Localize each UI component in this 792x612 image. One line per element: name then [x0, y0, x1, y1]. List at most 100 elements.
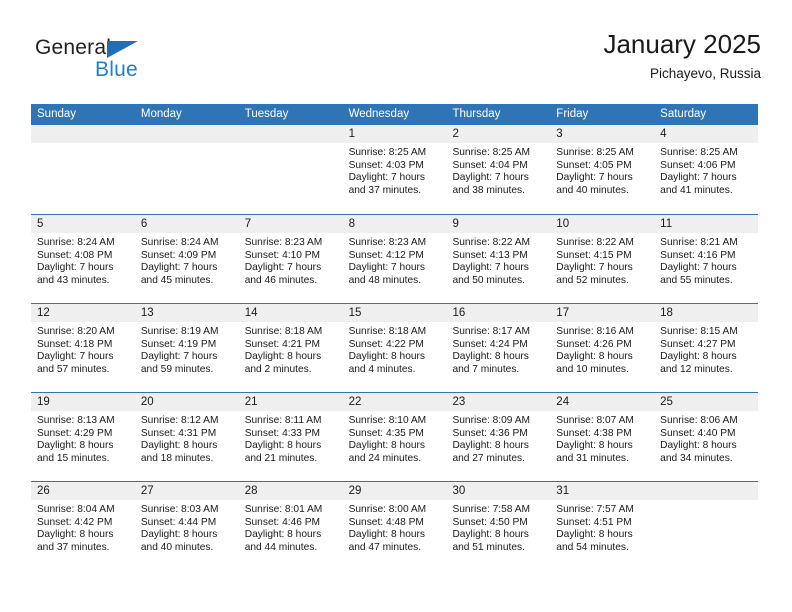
calendar-day-cell[interactable]: 28 Sunrise: 8:01 AM Sunset: 4:46 PM Dayligh…	[238, 482, 343, 570]
day-sun-info: Sunrise: 8:17 AM Sunset: 4:24 PM Daylight:…	[446, 322, 550, 376]
calendar-day-cell[interactable]: 3 Sunrise: 8:25 AM Sunset: 4:05 PM Daylight…	[550, 125, 655, 214]
calendar-day-cell[interactable]: 24 Sunrise: 8:07 AM Sunset: 4:38 PM Dayligh…	[550, 393, 655, 481]
day-sun-info: Sunrise: 8:21 AM Sunset: 4:16 PM Daylight:…	[654, 233, 758, 287]
calendar-day-cell[interactable]: 5 Sunrise: 8:24 AM Sunset: 4:08 PM Daylight…	[31, 215, 135, 303]
daylight-duration-line1: Daylight: 7 hours	[660, 262, 737, 274]
calendar-day-cell[interactable]: 10 Sunrise: 8:22 AM Sunset: 4:15 PM Dayligh…	[550, 215, 655, 303]
calendar-day-cell[interactable]: 11 Sunrise: 8:21 AM Sunset: 4:16 PM Dayligh…	[654, 215, 759, 303]
day-number: 8	[342, 215, 447, 233]
daylight-duration-line2: and 15 minutes.	[37, 452, 110, 464]
daylight-duration-line2: and 4 minutes.	[348, 363, 416, 375]
day-number: 26	[31, 482, 135, 500]
daylight-duration-line2: and 48 minutes.	[348, 274, 422, 286]
sunset-time: Sunset: 4:16 PM	[660, 249, 736, 261]
calendar-day-cell[interactable]: 15 Sunrise: 8:18 AM Sunset: 4:22 PM Dayligh…	[342, 304, 447, 392]
day-sun-info: Sunrise: 8:19 AM Sunset: 4:19 PM Daylight:…	[135, 322, 239, 376]
sunrise-time: Sunrise: 8:24 AM	[37, 237, 115, 248]
daylight-duration-line1: Daylight: 8 hours	[556, 440, 633, 452]
sunrise-time: Sunrise: 8:25 AM	[556, 147, 634, 158]
day-number: 10	[550, 215, 655, 233]
calendar-day-cell[interactable]: 26 Sunrise: 8:04 AM Sunset: 4:42 PM Dayligh…	[31, 482, 135, 570]
calendar-day-cell[interactable]: 23 Sunrise: 8:09 AM Sunset: 4:36 PM Dayligh…	[446, 393, 551, 481]
day-number: 14	[238, 304, 343, 322]
daylight-duration-line1: Daylight: 8 hours	[140, 440, 218, 452]
calendar-day-cell[interactable]: 27 Sunrise: 8:03 AM Sunset: 4:44 PM Dayligh…	[134, 482, 239, 570]
day-sun-info: Sunrise: 8:23 AM Sunset: 4:12 PM Daylight:…	[343, 233, 447, 287]
calendar-day-cell[interactable]: 31 Sunrise: 7:57 AM Sunset: 4:51 PM Dayligh…	[550, 482, 655, 570]
calendar-day-cell[interactable]: 8 Sunrise: 8:23 AM Sunset: 4:12 PM Daylight…	[342, 215, 447, 303]
calendar-day-cell[interactable]: 16 Sunrise: 8:17 AM Sunset: 4:24 PM Dayligh…	[446, 304, 551, 392]
day-sun-info: Sunrise: 8:06 AM Sunset: 4:40 PM Daylight:…	[654, 411, 758, 465]
daylight-duration-line2: and 40 minutes.	[556, 184, 629, 196]
weekday-header-saturday: Saturday	[660, 108, 707, 120]
day-sun-info	[239, 143, 343, 147]
daylight-duration-line1: Daylight: 7 hours	[140, 262, 218, 274]
day-sun-info: Sunrise: 8:25 AM Sunset: 4:05 PM Daylight:…	[550, 143, 654, 197]
daylight-duration-line1: Daylight: 7 hours	[140, 351, 218, 363]
calendar-day-cell[interactable]: 19 Sunrise: 8:13 AM Sunset: 4:29 PM Dayligh…	[31, 393, 135, 481]
calendar-week-row: 26 Sunrise: 8:04 AM Sunset: 4:42 PM Dayligh…	[31, 481, 759, 570]
sunset-time: Sunset: 4:48 PM	[348, 516, 424, 528]
sunset-time: Sunset: 4:03 PM	[348, 159, 424, 171]
daylight-duration-line1: Daylight: 8 hours	[37, 529, 114, 541]
day-number: 20	[134, 393, 239, 411]
daylight-duration-line1: Daylight: 8 hours	[348, 351, 426, 363]
sunset-time: Sunset: 4:46 PM	[244, 516, 321, 528]
calendar-day-cell[interactable]: 7 Sunrise: 8:23 AM Sunset: 4:10 PM Daylight…	[238, 215, 343, 303]
calendar-day-cell[interactable]: 20 Sunrise: 8:12 AM Sunset: 4:31 PM Dayligh…	[134, 393, 239, 481]
calendar-day-cell[interactable]: 22 Sunrise: 8:10 AM Sunset: 4:35 PM Dayligh…	[342, 393, 447, 481]
daylight-duration-line2: and 50 minutes.	[452, 274, 525, 286]
daylight-duration-line1: Daylight: 7 hours	[244, 262, 322, 274]
daylight-duration-line2: and 55 minutes.	[660, 274, 733, 286]
calendar-day-cell[interactable]: 6 Sunrise: 8:24 AM Sunset: 4:09 PM Daylight…	[134, 215, 239, 303]
calendar-day-cell[interactable]: 25 Sunrise: 8:06 AM Sunset: 4:40 PM Dayligh…	[654, 393, 759, 481]
calendar-day-cell[interactable]: 21 Sunrise: 8:11 AM Sunset: 4:33 PM Dayligh…	[238, 393, 343, 481]
day-number: 5	[31, 215, 135, 233]
day-sun-info: Sunrise: 8:24 AM Sunset: 4:09 PM Daylight:…	[135, 233, 239, 287]
calendar-day-cell[interactable]: 13 Sunrise: 8:19 AM Sunset: 4:19 PM Dayligh…	[134, 304, 239, 392]
calendar-day-cell-empty	[31, 125, 135, 214]
day-sun-info: Sunrise: 8:01 AM Sunset: 4:46 PM Daylight:…	[239, 500, 343, 554]
calendar-day-cell[interactable]: 17 Sunrise: 8:16 AM Sunset: 4:26 PM Dayligh…	[550, 304, 655, 392]
calendar-day-cell[interactable]: 1 Sunrise: 8:25 AM Sunset: 4:03 PM Daylight…	[342, 125, 447, 214]
calendar-day-cell[interactable]: 2 Sunrise: 8:25 AM Sunset: 4:04 PM Daylight…	[446, 125, 551, 214]
weekday-header-thursday: Thursday	[452, 108, 501, 120]
daylight-duration-line2: and 12 minutes.	[660, 363, 733, 375]
sunrise-time: Sunrise: 8:07 AM	[556, 415, 634, 426]
daylight-duration-line1: Daylight: 7 hours	[452, 172, 529, 184]
sunset-time: Sunset: 4:18 PM	[37, 338, 113, 350]
sunrise-time: Sunrise: 8:20 AM	[37, 326, 115, 337]
daylight-duration-line1: Daylight: 8 hours	[348, 440, 426, 452]
sunrise-time: Sunrise: 8:19 AM	[140, 326, 219, 337]
daylight-duration-line2: and 2 minutes.	[244, 363, 312, 375]
sunset-time: Sunset: 4:40 PM	[660, 427, 736, 439]
daylight-duration-line1: Daylight: 7 hours	[37, 262, 114, 274]
sunrise-time: Sunrise: 8:25 AM	[348, 147, 427, 158]
calendar-day-cell[interactable]: 30 Sunrise: 7:58 AM Sunset: 4:50 PM Dayligh…	[446, 482, 551, 570]
daylight-duration-line1: Daylight: 7 hours	[556, 262, 633, 274]
day-number: 28	[238, 482, 343, 500]
calendar-week-row: 12 Sunrise: 8:20 AM Sunset: 4:18 PM Dayligh…	[31, 303, 759, 392]
daylight-duration-line1: Daylight: 8 hours	[140, 529, 218, 541]
calendar-day-cell[interactable]: 12 Sunrise: 8:20 AM Sunset: 4:18 PM Dayligh…	[31, 304, 135, 392]
calendar-day-cell[interactable]: 4 Sunrise: 8:25 AM Sunset: 4:06 PM Daylight…	[654, 125, 759, 214]
day-number: 25	[654, 393, 759, 411]
day-number	[654, 482, 759, 500]
day-sun-info	[31, 143, 135, 147]
daylight-duration-line1: Daylight: 8 hours	[348, 529, 426, 541]
sunset-time: Sunset: 4:22 PM	[348, 338, 424, 350]
weekday-header-sunday: Sunday	[37, 108, 77, 120]
calendar-day-cell[interactable]: 18 Sunrise: 8:15 AM Sunset: 4:27 PM Dayligh…	[654, 304, 759, 392]
sunset-time: Sunset: 4:31 PM	[140, 427, 217, 439]
calendar-day-cell[interactable]: 9 Sunrise: 8:22 AM Sunset: 4:13 PM Daylight…	[446, 215, 551, 303]
calendar-day-cell[interactable]: 29 Sunrise: 8:00 AM Sunset: 4:48 PM Dayligh…	[342, 482, 447, 570]
sunrise-time: Sunrise: 8:06 AM	[660, 415, 738, 426]
daylight-duration-line1: Daylight: 8 hours	[37, 440, 114, 452]
daylight-duration-line2: and 45 minutes.	[140, 274, 214, 286]
sunset-time: Sunset: 4:51 PM	[556, 516, 632, 528]
sunset-time: Sunset: 4:12 PM	[348, 249, 424, 261]
weekday-header-monday: Monday	[140, 108, 182, 120]
calendar-day-cell[interactable]: 14 Sunrise: 8:18 AM Sunset: 4:21 PM Dayligh…	[238, 304, 343, 392]
day-sun-info: Sunrise: 8:12 AM Sunset: 4:31 PM Daylight:…	[135, 411, 239, 465]
day-number: 24	[550, 393, 655, 411]
